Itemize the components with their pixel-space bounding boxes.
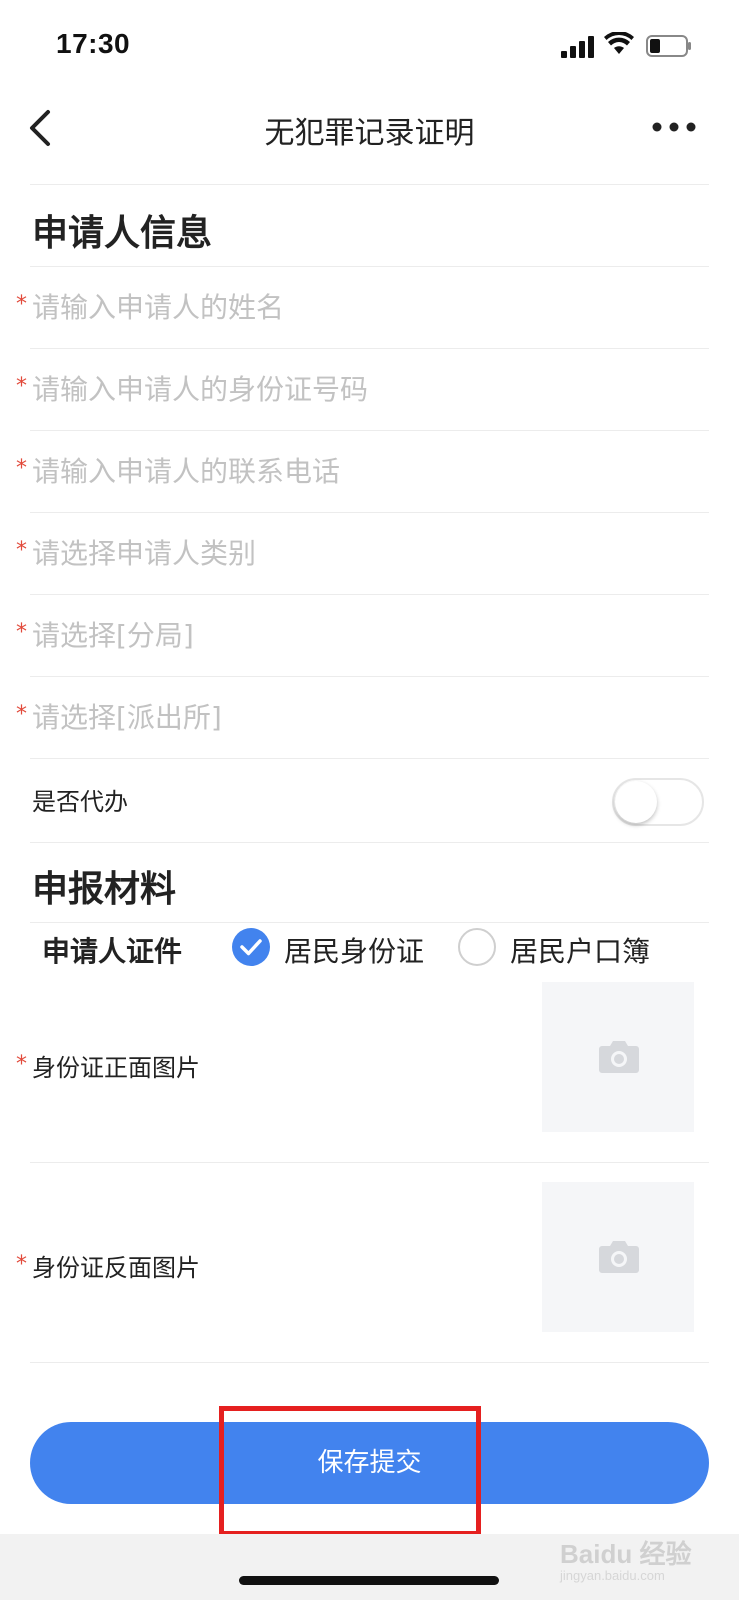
divider — [30, 1162, 709, 1163]
phone-field-row: * — [0, 436, 739, 518]
divider — [30, 842, 709, 843]
id-front-upload-box[interactable] — [542, 982, 694, 1132]
id-back-upload-box[interactable] — [542, 1182, 694, 1332]
divider — [30, 430, 709, 431]
radio-household-register-label: 居民户口簿 — [510, 935, 651, 968]
radio-id-card-label: 居民身份证 — [284, 935, 425, 968]
applicant-section-title: 申请人信息 — [32, 213, 213, 254]
baidu-watermark-url: jingyan.baidu.com — [560, 1568, 665, 1583]
cellular-signal-icon — [561, 36, 594, 58]
proxy-row: 是否代办 — [0, 760, 739, 842]
more-options-icon[interactable] — [652, 118, 696, 136]
required-mark: * — [16, 538, 27, 563]
divider — [30, 512, 709, 513]
status-bar: 17:30 — [0, 0, 739, 90]
divider — [30, 594, 709, 595]
branch-field-row: * — [0, 600, 739, 682]
radio-household-register[interactable]: 居民户口簿 — [458, 922, 668, 972]
save-submit-button[interactable]: 保存提交 — [30, 1422, 709, 1504]
divider — [30, 184, 709, 185]
required-mark: * — [16, 1052, 27, 1077]
applicant-category-select[interactable] — [32, 528, 692, 578]
police-station-field-row: * — [0, 682, 739, 764]
divider — [30, 1362, 709, 1363]
phone-input[interactable] — [32, 446, 692, 496]
status-time: 17:30 — [56, 28, 131, 59]
camera-icon — [599, 1241, 639, 1273]
checkmark-icon — [240, 939, 262, 956]
branch-office-select[interactable] — [32, 610, 692, 660]
id-back-upload-row: * 身份证反面图片 — [0, 1180, 739, 1380]
radio-unchecked-icon — [458, 928, 496, 966]
nav-bar: 无犯罪记录证明 — [0, 90, 739, 184]
divider — [30, 348, 709, 349]
required-mark: * — [16, 374, 27, 399]
proxy-toggle[interactable] — [612, 778, 704, 826]
divider — [30, 758, 709, 759]
home-indicator[interactable] — [239, 1576, 499, 1585]
radio-id-card[interactable]: 居民身份证 — [232, 922, 442, 972]
camera-icon — [599, 1041, 639, 1073]
baidu-watermark: Baidu 经验 — [560, 1539, 692, 1569]
required-mark: * — [16, 292, 27, 317]
divider — [30, 676, 709, 677]
required-mark: * — [16, 456, 27, 481]
certificate-type-row: 申请人证件 居民身份证 居民户口簿 — [0, 920, 739, 980]
id-number-input[interactable] — [32, 364, 692, 414]
police-station-select[interactable] — [32, 692, 692, 742]
toggle-knob — [615, 781, 657, 823]
id-number-field-row: * — [0, 354, 739, 436]
category-field-row: * — [0, 518, 739, 600]
page-title: 无犯罪记录证明 — [264, 116, 475, 151]
bottom-bar: Baidu 经验 jingyan.baidu.com — [0, 1534, 739, 1600]
divider — [30, 266, 709, 267]
required-mark: * — [16, 620, 27, 645]
name-input[interactable] — [32, 282, 692, 332]
proxy-label: 是否代办 — [32, 788, 128, 816]
id-front-label: 身份证正面图片 — [32, 1054, 200, 1082]
id-front-upload-row: * 身份证正面图片 — [0, 980, 739, 1180]
required-mark: * — [16, 702, 27, 727]
name-field-row: * — [0, 272, 739, 354]
wifi-icon — [604, 32, 634, 54]
radio-checked-icon — [232, 928, 270, 966]
battery-icon — [646, 35, 691, 57]
materials-section-title: 申报材料 — [32, 869, 177, 910]
certificate-type-label: 申请人证件 — [42, 935, 183, 968]
required-mark: * — [16, 1252, 27, 1277]
id-back-label: 身份证反面图片 — [32, 1254, 200, 1282]
